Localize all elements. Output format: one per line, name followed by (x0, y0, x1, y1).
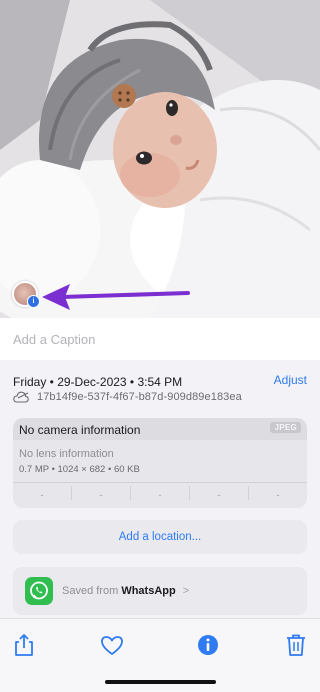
saved-from-prefix: Saved from (62, 585, 119, 597)
saved-from-text: Saved from WhatsApp > (62, 585, 189, 597)
divider (13, 482, 307, 483)
saved-from-app: WhatsApp (121, 585, 176, 597)
caption-bar (0, 318, 320, 360)
heart-icon[interactable] (98, 631, 126, 659)
whatsapp-icon (25, 577, 53, 605)
info-icon[interactable] (194, 631, 222, 659)
caption-input[interactable] (13, 329, 303, 349)
date-row: Friday • 29-Dec-2023 • 3:54 PM Adjust (13, 373, 307, 389)
purple-arrow-icon (42, 284, 190, 310)
info-dot-icon: i (27, 295, 40, 308)
cloud-icon (13, 391, 29, 403)
exif-iso: - (40, 490, 44, 500)
trash-icon[interactable] (282, 631, 310, 659)
exif-aperture: - (217, 490, 221, 500)
camera-info-card: No camera information JPEG No lens infor… (13, 418, 307, 508)
person-badge-icon[interactable]: i (12, 281, 40, 308)
image-meta-text: 0.7 MP • 1024 × 682 • 60 KB (19, 464, 140, 475)
file-name-text: 17b14f9e-537f-4f67-b87d-909d89e183ea (37, 391, 242, 403)
exif-focal: - (99, 490, 103, 500)
exif-shutter: - (276, 490, 280, 500)
camera-title: No camera information (19, 423, 141, 437)
chevron-right-icon: > (182, 585, 190, 597)
saved-from-row[interactable]: Saved from WhatsApp > (13, 567, 307, 615)
exif-ev: - (158, 490, 162, 500)
photo-view[interactable]: i (0, 0, 320, 318)
baby-photo-image (0, 0, 320, 318)
home-indicator (105, 680, 216, 684)
add-location-button[interactable]: Add a location... (13, 520, 307, 554)
lens-info-text: No lens information (19, 448, 114, 460)
camera-card-header: No camera information JPEG (13, 418, 307, 440)
date-time-text: Friday • 29-Dec-2023 • 3:54 PM (13, 375, 183, 389)
format-badge: JPEG (270, 422, 301, 433)
share-icon[interactable] (10, 631, 38, 659)
file-row: 17b14f9e-537f-4f67-b87d-909d89e183ea (13, 390, 307, 406)
adjust-button[interactable]: Adjust (274, 373, 307, 387)
